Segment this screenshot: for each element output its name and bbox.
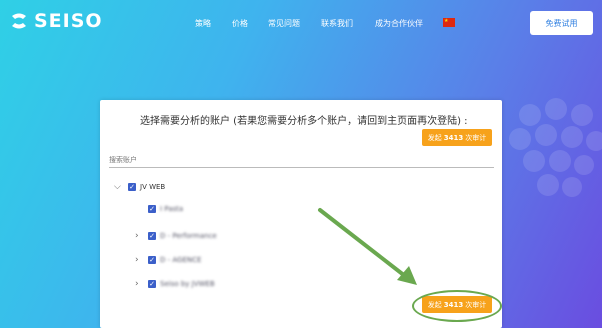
audit-prefix: 发起 — [427, 133, 442, 142]
checkbox-checked-icon[interactable]: ✓ — [148, 280, 156, 288]
tree-item[interactable]: ✓ I Pasta — [148, 204, 183, 214]
tree-item-label: Seiso by JVWEB — [160, 280, 215, 288]
tree-root[interactable]: ✓ JV WEB — [128, 182, 165, 192]
decorative-grape-shape — [509, 98, 602, 197]
highlight-ellipse — [412, 290, 502, 322]
audit-suffix: 次审计 — [465, 133, 487, 142]
brand-name: SEISO — [34, 10, 103, 32]
chevron-down-icon[interactable]: ⌵ — [114, 182, 121, 192]
china-flag-icon[interactable] — [443, 18, 455, 27]
tree-item[interactable]: ✓ D - Performance — [148, 231, 217, 241]
start-audit-button-top[interactable]: 发起 3413 次审计 — [422, 129, 492, 146]
checkbox-checked-icon[interactable]: ✓ — [148, 205, 156, 213]
tree-item[interactable]: ✓ Seiso by JVWEB — [148, 279, 215, 289]
nav-strategy[interactable]: 策略 — [195, 18, 211, 29]
tree-item-label: I Pasta — [160, 205, 184, 213]
search-input[interactable]: 搜索账户 — [109, 155, 137, 165]
free-trial-button[interactable]: 免费试用 — [530, 11, 593, 35]
account-selection-panel: 选择需要分析的账户 (若果您需要分析多个账户，请回到主页面再次登陆) : 发起 … — [100, 100, 502, 328]
nav-partner[interactable]: 成为合作伙伴 — [375, 18, 423, 29]
checkbox-checked-icon[interactable]: ✓ — [148, 256, 156, 264]
tree-item[interactable]: ✓ D - AGENCE — [148, 255, 201, 265]
chevron-right-icon[interactable]: › — [135, 231, 139, 241]
checkbox-checked-icon[interactable]: ✓ — [128, 183, 136, 191]
brand-logo[interactable]: SEISO — [8, 10, 103, 32]
checkbox-checked-icon[interactable]: ✓ — [148, 232, 156, 240]
panel-title: 选择需要分析的账户 (若果您需要分析多个账户，请回到主页面再次登陆) : — [140, 116, 468, 127]
audit-count: 3413 — [443, 133, 464, 142]
nav-contact[interactable]: 联系我们 — [321, 18, 353, 29]
seiso-logo-icon — [12, 13, 26, 29]
tree-item-label: D - Performance — [160, 232, 217, 240]
tree-root-label: JV WEB — [140, 183, 166, 191]
nav-faq[interactable]: 常见问题 — [268, 18, 300, 29]
chevron-right-icon[interactable]: › — [135, 255, 139, 265]
search-underline — [109, 167, 494, 168]
tree-item-label: D - AGENCE — [160, 256, 202, 264]
chevron-right-icon[interactable]: › — [135, 279, 139, 289]
nav-pricing[interactable]: 价格 — [232, 18, 248, 29]
